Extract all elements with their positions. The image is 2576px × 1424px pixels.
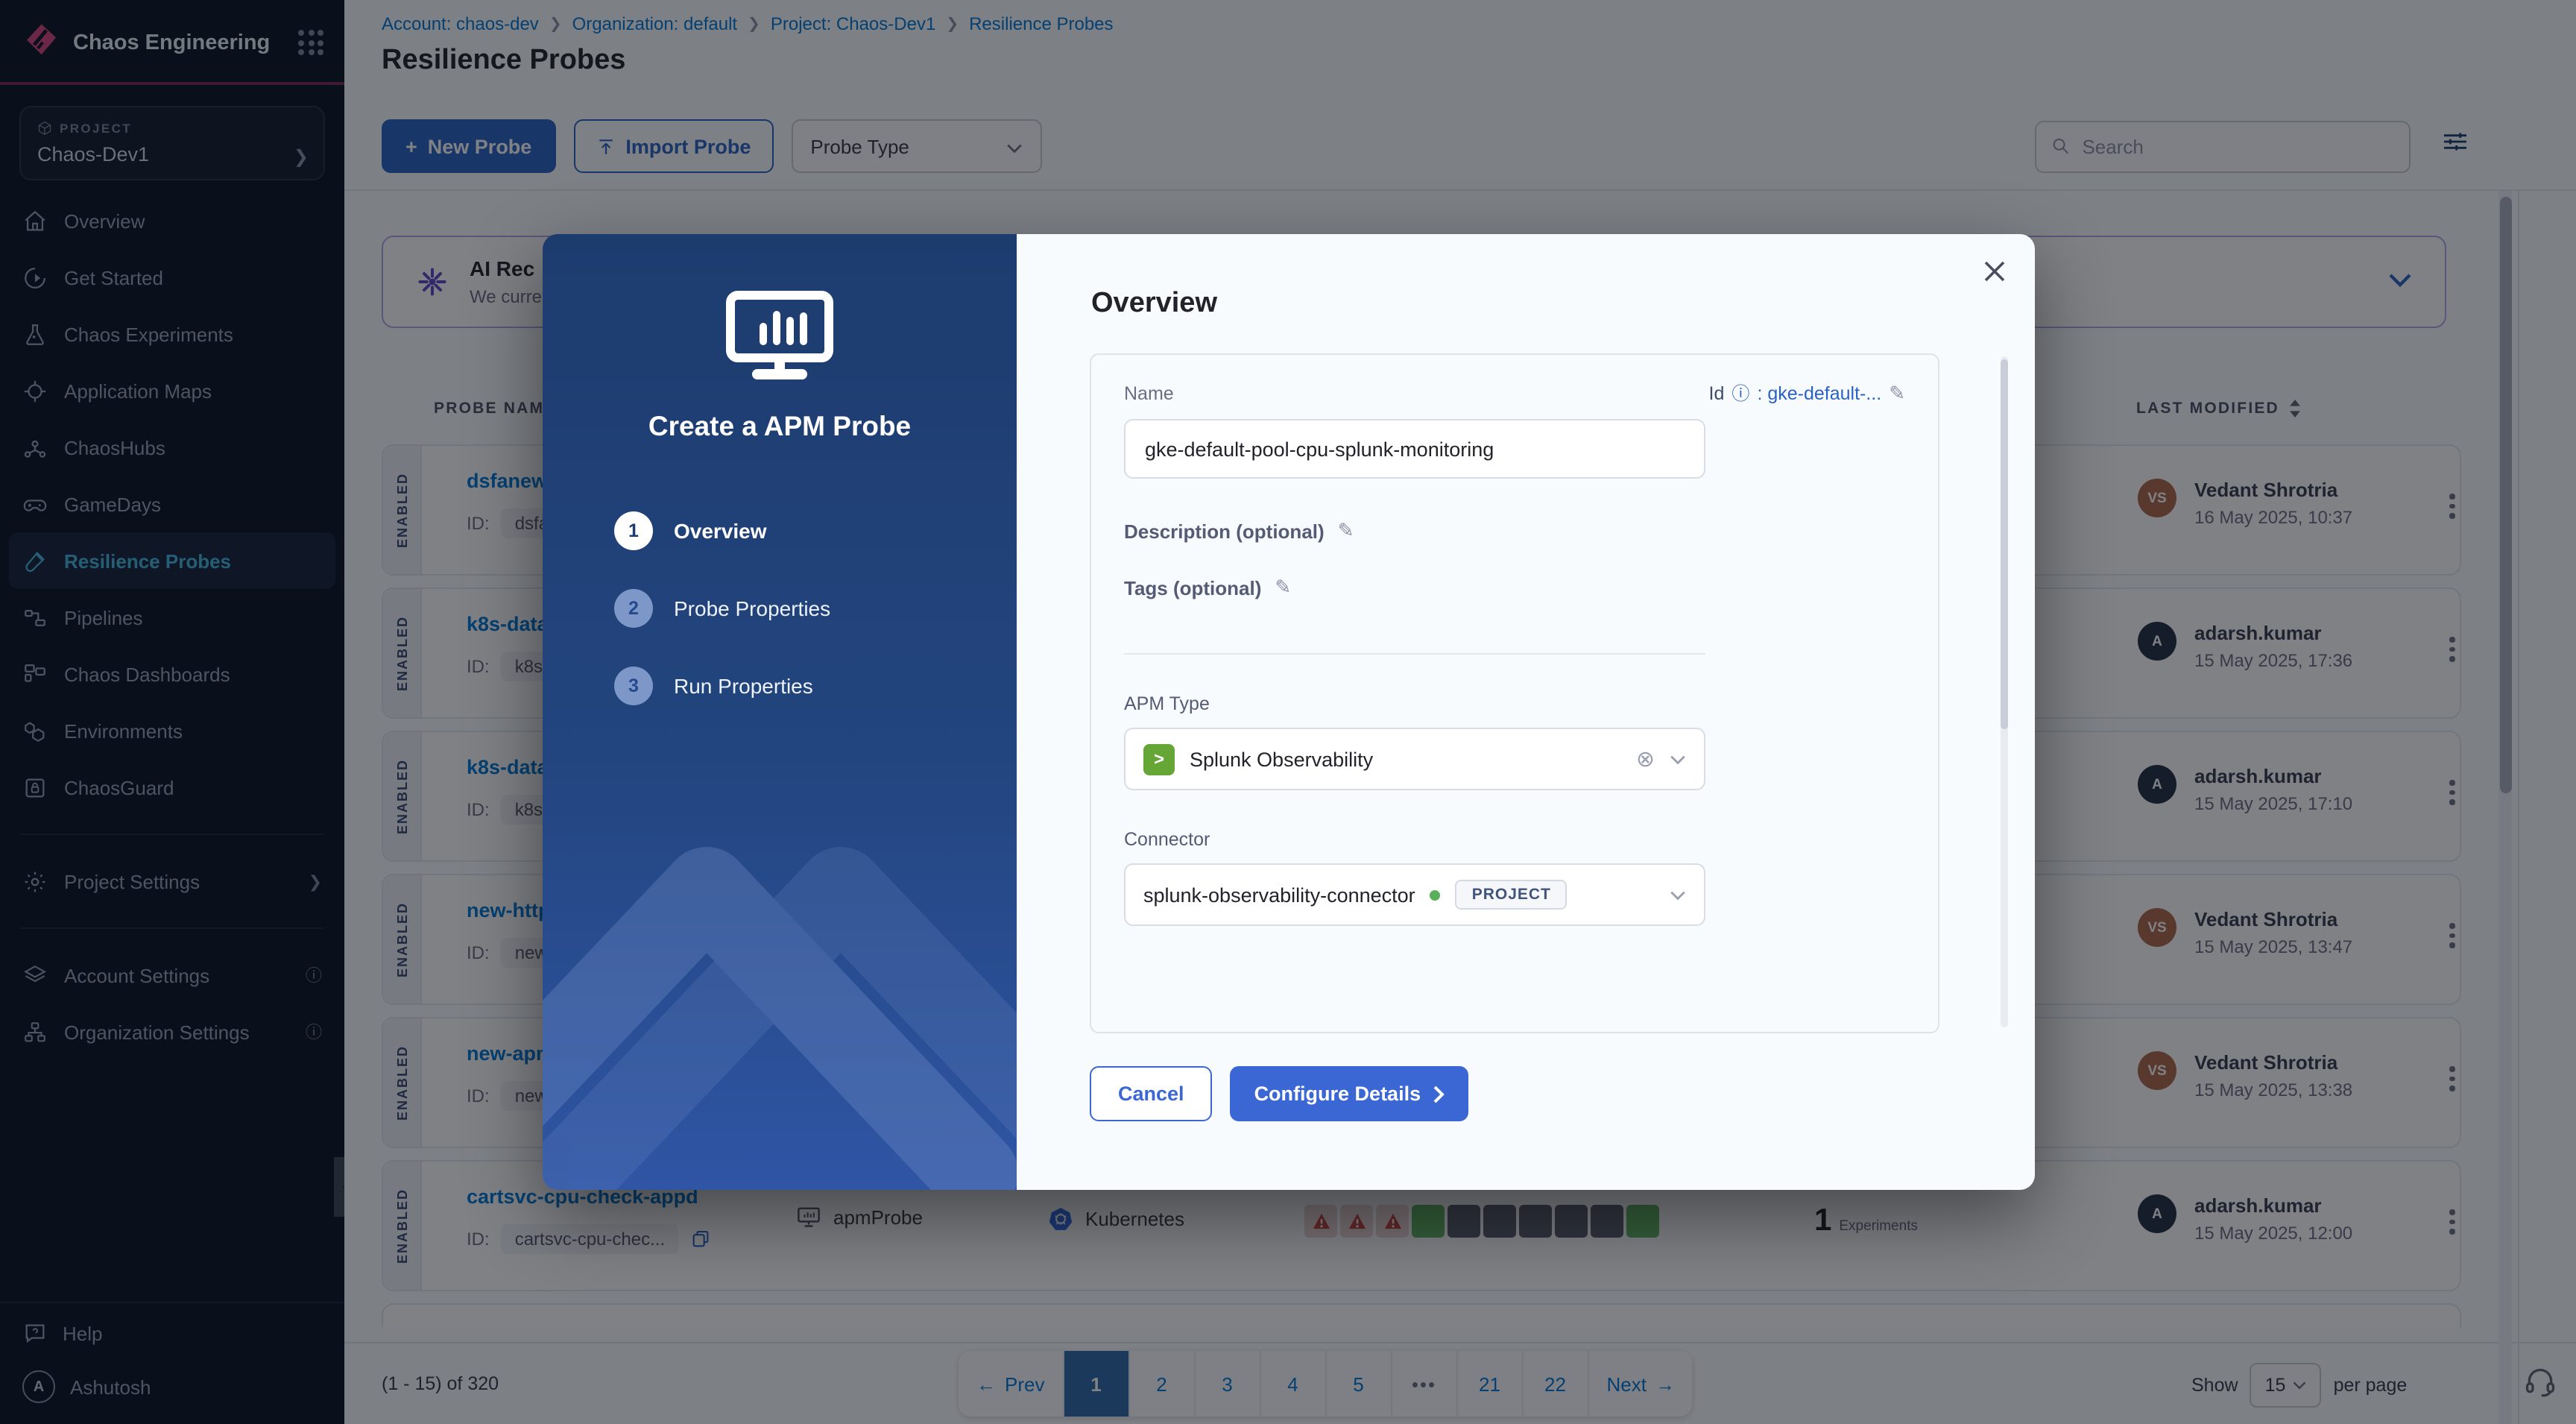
connector-label: Connector xyxy=(1124,829,1210,850)
step-probe-properties[interactable]: 2 Probe Properties xyxy=(614,589,830,628)
edit-id-icon[interactable]: ✎ xyxy=(1889,381,1905,405)
modal-scrollbar-thumb[interactable] xyxy=(2001,359,2008,729)
edit-description-icon[interactable]: ✎ xyxy=(1338,519,1354,543)
info-icon: ⓘ xyxy=(1731,383,1750,404)
name-label: Name xyxy=(1124,382,1174,403)
apm-type-select[interactable]: > Splunk Observability ⊗ xyxy=(1124,728,1705,790)
modal-left-panel: Create a APM Probe 1 Overview 2 Probe Pr… xyxy=(543,234,1017,1190)
close-icon[interactable] xyxy=(1981,258,2008,285)
connector-scope-badge: PROJECT xyxy=(1455,880,1568,910)
step-run-properties[interactable]: 3 Run Properties xyxy=(614,667,830,705)
apm-type-label: APM Type xyxy=(1124,693,1210,714)
chevron-right-icon xyxy=(1433,1085,1445,1103)
cancel-button[interactable]: Cancel xyxy=(1090,1066,1213,1121)
id-label: Id xyxy=(1708,382,1725,403)
modal-title: Create a APM Probe xyxy=(648,410,912,441)
tags-label: Tags (optional) xyxy=(1124,576,1262,599)
connector-select[interactable]: splunk-observability-connector PROJECT xyxy=(1124,863,1705,926)
connector-status-dot xyxy=(1430,889,1441,900)
apm-monitor-icon xyxy=(543,291,1017,380)
overview-form: Name Id ⓘ : gke-default-... ✎ Descriptio… xyxy=(1090,353,1939,1033)
modal-footer: Cancel Configure Details xyxy=(1090,1066,1469,1121)
edit-tags-icon[interactable]: ✎ xyxy=(1275,576,1291,599)
probe-name-input[interactable] xyxy=(1124,419,1705,479)
divider xyxy=(1124,653,1705,655)
configure-details-button[interactable]: Configure Details xyxy=(1230,1066,1469,1121)
chevron-down-icon xyxy=(1670,890,1685,900)
wizard-steps: 1 Overview 2 Probe Properties 3 Run Prop… xyxy=(614,511,830,744)
modal-right-panel: Overview Name Id ⓘ : gke-default-... ✎ D… xyxy=(1017,234,2035,1190)
harness-watermark xyxy=(543,847,1017,1190)
id-value: : gke-default-... xyxy=(1757,382,1882,403)
form-section-title: Overview xyxy=(1091,288,1217,319)
create-apm-probe-modal: Create a APM Probe 1 Overview 2 Probe Pr… xyxy=(543,234,2035,1190)
description-label: Description (optional) xyxy=(1124,520,1325,542)
chevron-down-icon xyxy=(1670,754,1685,764)
splunk-icon: > xyxy=(1143,743,1175,775)
clear-selection-icon[interactable]: ⊗ xyxy=(1636,746,1655,772)
step-overview[interactable]: 1 Overview xyxy=(614,511,830,550)
